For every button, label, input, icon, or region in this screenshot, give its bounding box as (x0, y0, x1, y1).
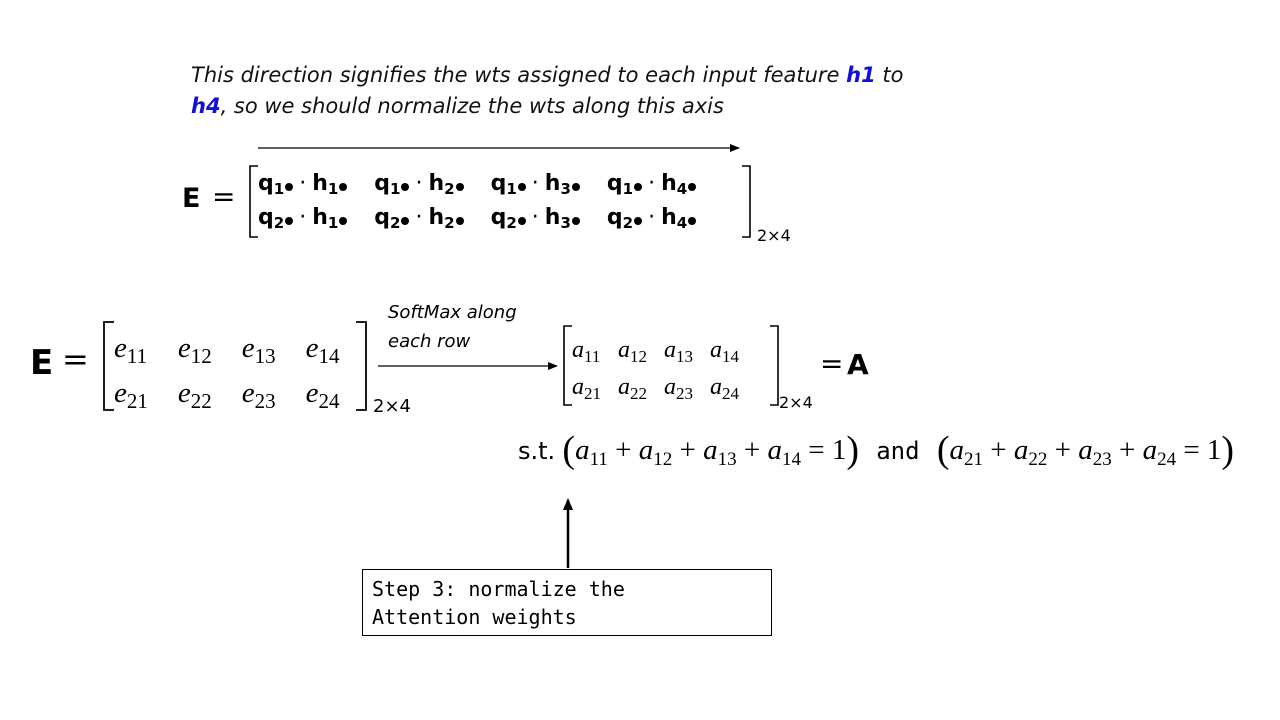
e-matrix-cell: e22 (177, 377, 212, 413)
top-matrix-right-bracket (742, 165, 751, 238)
top-matrix-row-2: q2 · h1 q2 · h2 q2 · h3 q2 · h4 (258, 201, 697, 235)
a-matrix-cell: a24 (710, 374, 739, 403)
a-matrix-cell: a14 (710, 337, 739, 366)
top-matrix-cell: q2 · h1 (258, 201, 374, 235)
top-matrix-cell: q1 · h2 (374, 167, 490, 201)
and-label: and (876, 437, 920, 465)
top-matrix-equals: = (212, 180, 236, 213)
top-matrix-lhs-symbol: E (182, 183, 201, 214)
top-matrix-lhs: E (182, 183, 200, 214)
a-matrix-cell: a21 (572, 374, 601, 403)
e-matrix-right-bracket (356, 321, 367, 411)
softmax-line-1: SoftMax along (388, 302, 517, 323)
top-matrix-cell: q2 · h4 (607, 201, 697, 235)
a-matrix-cell: a11 (572, 337, 601, 366)
e-matrix-cell: e14 (305, 332, 340, 368)
a-matrix-cell: a12 (618, 337, 647, 366)
e-matrix-cell: e11 (114, 332, 148, 368)
softmax-line-2: each row (388, 331, 471, 352)
top-matrix: q1 · h1 q1 · h2 q1 · h3 q1 · h4 q2 · h1 q2 · h2 q2 · h… (258, 167, 697, 235)
e-matrix-cell: e24 (305, 377, 340, 413)
a-matrix-rhs: A (847, 348, 869, 381)
a-matrix-dimension: 2×4 (779, 393, 813, 412)
top-matrix-cell: q1 · h3 (491, 167, 607, 201)
a-matrix-equals: = (820, 347, 844, 380)
a-matrix-cell: a22 (618, 374, 647, 403)
top-matrix-cell: q2 · h3 (491, 201, 607, 235)
top-matrix-cell: q1 · h1 (258, 167, 374, 201)
e-matrix-cell: e13 (241, 332, 276, 368)
e-matrix-row-2: e21 e22 e23 e24 (114, 371, 340, 416)
e-matrix-equals: = (62, 340, 89, 378)
top-matrix-cell: q2 · h2 (374, 201, 490, 235)
such-that-label: s.t. (518, 437, 556, 465)
a-matrix: a11 a12 a13 a14 a21 a22 a23 a24 (572, 332, 739, 406)
e-matrix-row-1: e11 e12 e13 e14 (114, 326, 340, 371)
e-matrix-cell: e12 (177, 332, 212, 368)
e-matrix-cell: e23 (241, 377, 276, 413)
step-box-line-2: Attention weights (372, 605, 577, 629)
e-matrix-dimension: 2×4 (373, 396, 411, 417)
softmax-label: SoftMax along each row (388, 298, 517, 356)
a-matrix-row-2: a21 a22 a23 a24 (572, 369, 739, 406)
top-matrix-row-1: q1 · h1 q1 · h2 q1 · h3 q1 · h4 (258, 167, 697, 201)
a-matrix-cell: a13 (664, 337, 693, 366)
e-matrix: e11 e12 e13 e14 e21 e22 e23 e24 (114, 326, 340, 416)
e-matrix-left-bracket (103, 321, 114, 411)
a-matrix-cell: a23 (664, 374, 693, 403)
step-box-line-1: Step 3: normalize the (372, 577, 625, 601)
a-matrix-row-1: a11 a12 a13 a14 (572, 332, 739, 369)
top-matrix-cell: q1 · h4 (607, 167, 697, 201)
top-matrix-left-bracket (249, 165, 258, 238)
e-matrix-lhs: E (30, 343, 54, 383)
a-matrix-right-bracket (770, 325, 779, 406)
step-3-box: Step 3: normalize the Attention weights (362, 569, 772, 636)
a-matrix-left-bracket (563, 325, 572, 406)
constraint-equation: s.t. (a11 + a12 + a13 + a14 = 1) and (a2… (518, 429, 1235, 471)
top-matrix-dimension: 2×4 (757, 226, 791, 245)
e-matrix-cell: e21 (114, 377, 148, 413)
